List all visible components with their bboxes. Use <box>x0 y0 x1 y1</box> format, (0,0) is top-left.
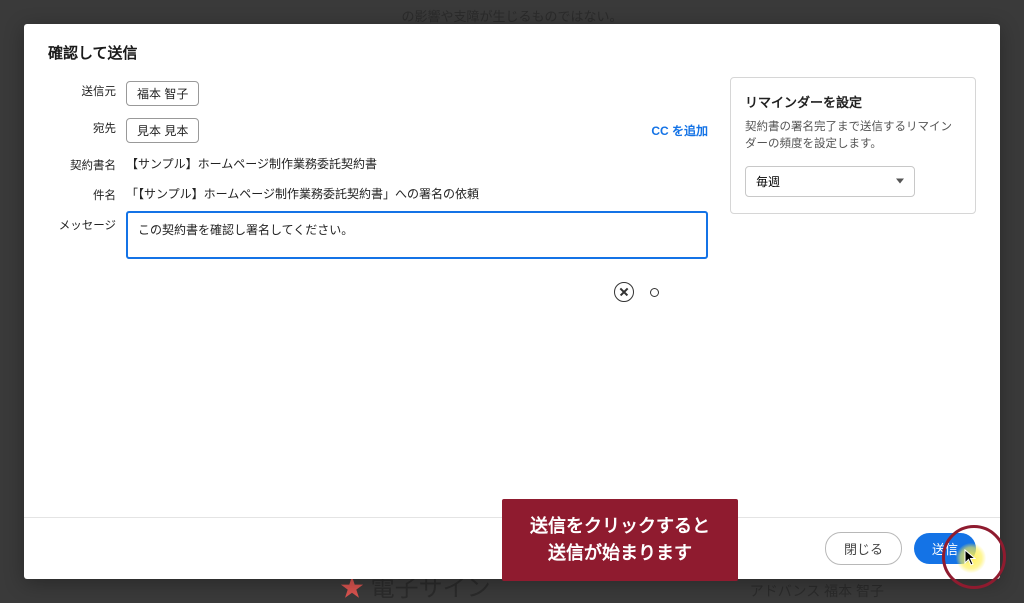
sender-chip[interactable]: 福本 智子 <box>126 81 199 106</box>
reminder-panel: リマインダーを設定 契約書の署名完了まで送信するリマインダーの頻度を設定します。… <box>730 77 976 214</box>
contract-name-value: 【サンプル】ホームページ制作業務委託契約書 <box>126 151 708 172</box>
confirm-send-modal: 確認して送信 送信元 福本 智子 宛先 見本 見本 CC を追加 契約書名 【サ… <box>24 24 1000 579</box>
small-circle-icon[interactable] <box>650 288 659 297</box>
send-button[interactable]: 送信 <box>914 533 976 564</box>
add-cc-link[interactable]: CC を追加 <box>651 122 708 139</box>
close-circle-icon[interactable] <box>614 282 634 302</box>
sender-label: 送信元 <box>48 77 116 99</box>
message-textarea[interactable] <box>126 211 708 259</box>
reminder-selected-value: 毎週 <box>756 173 780 190</box>
reminder-frequency-select[interactable]: 毎週 <box>745 166 915 197</box>
subject-label: 件名 <box>48 181 116 203</box>
message-label: メッセージ <box>48 211 116 233</box>
reminder-description: 契約書の署名完了まで送信するリマインダーの頻度を設定します。 <box>745 119 961 154</box>
subject-value: 「【サンプル】ホームページ制作業務委託契約書」への署名の依頼 <box>126 181 708 202</box>
reminder-title: リマインダーを設定 <box>745 92 961 111</box>
tooltip-line-1: 送信をクリックすると <box>530 513 710 540</box>
modal-title: 確認して送信 <box>24 24 1000 77</box>
recipient-label: 宛先 <box>48 114 116 136</box>
backdrop-user: アドバンス 福本 智子 <box>750 581 884 601</box>
instruction-tooltip: 送信をクリックすると 送信が始まります <box>502 499 738 581</box>
backdrop-top-text: の影響や支障が生じるものではない。 <box>401 6 622 25</box>
floating-controls <box>614 282 659 302</box>
recipient-chip[interactable]: 見本 見本 <box>126 118 199 143</box>
close-button[interactable]: 閉じる <box>825 532 902 565</box>
tooltip-line-2: 送信が始まります <box>530 540 710 567</box>
contract-name-label: 契約書名 <box>48 151 116 173</box>
